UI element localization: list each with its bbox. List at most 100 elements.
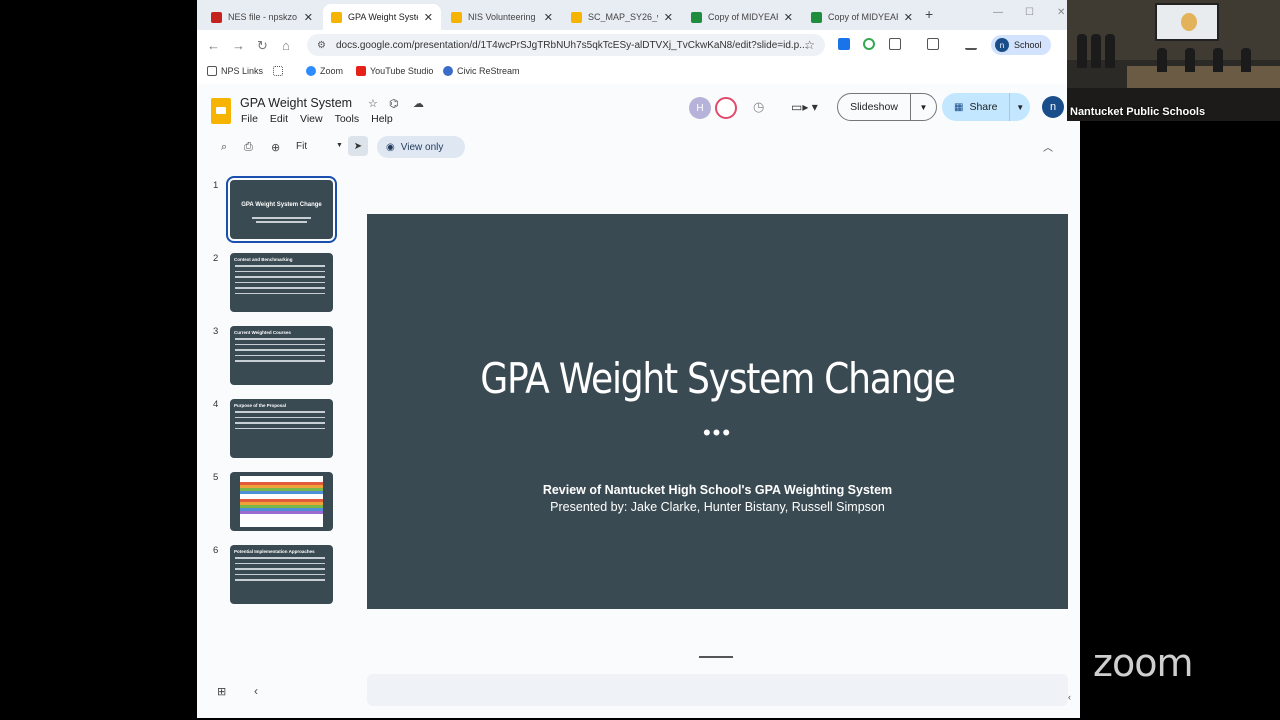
bookmark-label: Civic ReStream — [457, 66, 520, 76]
version-history-icon[interactable]: ◷ — [753, 99, 764, 115]
slide-thumbnail-5[interactable] — [230, 472, 333, 531]
chevron-up-icon[interactable]: ︿ — [1043, 139, 1053, 154]
close-icon[interactable]: ✕ — [784, 11, 793, 24]
tab-label: Copy of MIDYEAR — [828, 12, 898, 22]
zoom-logo: zoom — [1093, 641, 1193, 685]
speaker-notes-area[interactable] — [367, 674, 1068, 706]
thumb-title: Potential Implementation Approaches — [234, 549, 315, 554]
slide-thumbnail-3[interactable]: Current Weighted Courses — [230, 326, 333, 385]
tab-label: GPA Weight Syste — [348, 12, 418, 22]
tab-gpa-weight[interactable]: GPA Weight Syste ✕ — [323, 4, 441, 30]
user-avatar[interactable]: n — [1042, 96, 1064, 118]
tab-sc-map[interactable]: SC_MAP_SY26_wi ✕ — [563, 4, 681, 30]
forward-icon[interactable]: → — [232, 38, 245, 53]
chevron-down-icon[interactable]: ▼ — [1010, 103, 1030, 112]
chevron-down-icon: ▼ — [336, 142, 343, 149]
menu-tools[interactable]: Tools — [335, 113, 360, 125]
star-icon[interactable]: ☆ — [368, 97, 378, 110]
close-icon[interactable]: ✕ — [904, 11, 913, 24]
bookmark-zoom[interactable]: Zoom — [306, 66, 343, 76]
tab-copy-midyear-1[interactable]: Copy of MIDYEAR ✕ — [683, 4, 801, 30]
collaborator-avatar[interactable] — [715, 97, 737, 119]
zoom-icon — [306, 66, 316, 76]
tab-label: Copy of MIDYEAR — [708, 12, 778, 22]
tab-nis-volunteering[interactable]: NIS Volunteering ✕ — [443, 4, 561, 30]
chevron-left-icon[interactable]: ‹ — [254, 684, 258, 698]
slide-thumbnail-1[interactable]: GPA Weight System Change — [226, 176, 337, 243]
chevron-right-icon[interactable]: ‹ — [1068, 692, 1071, 702]
slide-title: GPA Weight System Change — [480, 354, 956, 403]
thumb-line — [252, 217, 311, 219]
slides-app: GPA Weight System ☆ ⌬ ☁ File Edit View T… — [197, 84, 1080, 718]
slideshow-button[interactable]: Slideshow ▼ — [837, 93, 937, 121]
collaborator-avatar[interactable]: H — [689, 97, 711, 119]
slide-canvas[interactable]: GPA Weight System Change ••• Review of N… — [367, 214, 1068, 609]
tab-nes-file[interactable]: NES file - npskzo ✕ — [203, 4, 321, 30]
zoom-icon[interactable]: ⊕ — [271, 141, 280, 154]
back-icon[interactable]: ← — [207, 38, 220, 53]
extensions-puzzle-icon[interactable] — [889, 38, 901, 50]
screen: NES file - npskzo ✕ GPA Weight Syste ✕ N… — [0, 0, 1280, 720]
maximize-icon[interactable]: ☐ — [1025, 7, 1034, 18]
share-button[interactable]: ▦ Share ▼ — [942, 93, 1030, 121]
close-icon[interactable]: ✕ — [664, 11, 673, 24]
cloud-status-icon[interactable]: ☁ — [413, 97, 424, 110]
tab-copy-midyear-2[interactable]: Copy of MIDYEAR ✕ — [803, 4, 921, 30]
bookmark-label: Zoom — [320, 66, 344, 76]
thumb-lines — [235, 265, 325, 298]
grid-view-icon[interactable]: ⊞ — [217, 685, 226, 698]
bookmark-youtube-studio[interactable]: YouTube Studio — [356, 66, 433, 76]
video-person — [1241, 48, 1251, 72]
youtube-icon — [356, 66, 366, 76]
thumb-title: Purpose of the Proposal — [234, 403, 287, 408]
url-input[interactable]: ⚙ docs.google.com/presentation/d/1T4wcPr… — [307, 34, 825, 56]
video-person — [1185, 48, 1195, 72]
slide-number: 6 — [213, 545, 219, 556]
slide-number: 5 — [213, 472, 219, 483]
window-close-icon[interactable]: ✕ — [1057, 7, 1065, 18]
close-icon[interactable]: ✕ — [544, 11, 553, 24]
close-icon[interactable]: ✕ — [304, 11, 313, 24]
menu-edit[interactable]: Edit — [270, 113, 288, 125]
menu-view[interactable]: View — [300, 113, 323, 125]
video-call-icon[interactable]: ▭▸ ▾ — [791, 100, 818, 114]
select-pointer-button[interactable]: ➤ — [348, 136, 368, 156]
slide-thumbnail-6[interactable]: Potential Implementation Approaches — [230, 545, 333, 604]
thumb-title: Current Weighted Courses — [234, 330, 291, 335]
video-person — [1213, 48, 1223, 72]
print-icon[interactable]: ⎙ — [244, 141, 253, 154]
slide-thumbnail-4[interactable]: Purpose of the Proposal — [230, 399, 333, 458]
download-icon[interactable] — [965, 38, 977, 50]
slide-thumbnail-2[interactable]: Context and Benchmarking — [230, 253, 333, 312]
document-title[interactable]: GPA Weight System — [240, 96, 352, 110]
view-only-button[interactable]: ◉ View only — [377, 136, 465, 158]
extension-icon[interactable] — [863, 38, 875, 50]
home-icon[interactable]: ⌂ — [282, 38, 290, 53]
bookmark-star-icon[interactable]: ☆ — [804, 38, 815, 52]
menu-file[interactable]: File — [241, 113, 258, 125]
extension-icon[interactable] — [838, 38, 850, 50]
move-folder-icon[interactable]: ⌬ — [389, 97, 399, 110]
bookmark-apps[interactable] — [273, 66, 287, 76]
close-icon[interactable]: ✕ — [424, 11, 433, 24]
bookmark-civic-restream[interactable]: Civic ReStream — [443, 66, 520, 76]
reload-icon[interactable]: ↻ — [257, 38, 268, 54]
slide-dots: ••• — [702, 420, 733, 445]
slides-logo-icon[interactable] — [211, 98, 231, 124]
new-tab-button[interactable]: + — [925, 6, 933, 22]
participant-video[interactable] — [1067, 0, 1280, 121]
bookmark-nps-links[interactable]: NPS Links — [207, 66, 263, 76]
search-icon[interactable]: ⌕ — [221, 141, 227, 154]
zoom-select[interactable]: Fit ▼ — [296, 141, 346, 152]
profile-button[interactable]: n School — [991, 35, 1051, 55]
site-info-icon[interactable]: ⚙ — [317, 40, 326, 51]
chevron-down-icon[interactable]: ▼ — [911, 103, 936, 112]
address-bar-row: ← → ↻ ⌂ ⚙ docs.google.com/presentation/d… — [197, 30, 1080, 60]
cast-icon[interactable] — [927, 38, 939, 50]
video-screen — [1155, 3, 1219, 41]
menu-help[interactable]: Help — [371, 113, 393, 125]
restream-icon — [443, 66, 453, 76]
speaker-notes-handle[interactable] — [699, 656, 733, 658]
minimize-icon[interactable]: — — [993, 7, 1003, 18]
slide-number: 3 — [213, 326, 219, 337]
